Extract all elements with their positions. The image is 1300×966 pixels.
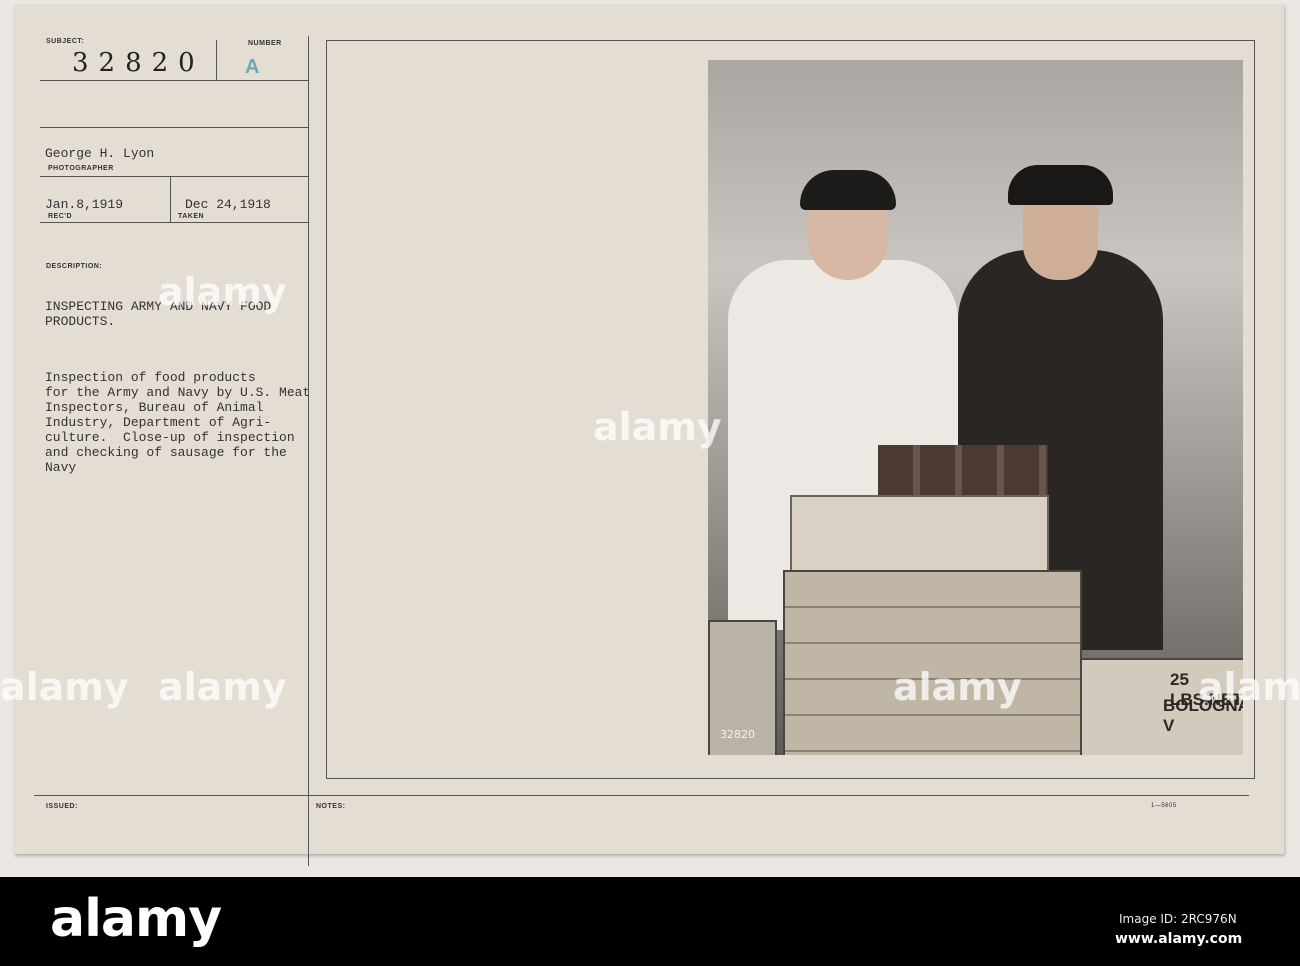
bowler-hat bbox=[800, 170, 896, 210]
photograph: 25 LBS.NET BOLOGNA.ST-V 32820 bbox=[708, 60, 1243, 755]
watermark: alamy bbox=[158, 665, 287, 709]
watermark: alamy bbox=[0, 665, 129, 709]
received-label: REC'D bbox=[48, 213, 72, 220]
negative-number: 32820 bbox=[720, 728, 755, 741]
watermark: alamy bbox=[593, 405, 722, 449]
sausages bbox=[878, 445, 1048, 500]
subject-label: SUBJECT: bbox=[46, 38, 85, 45]
watermark: alamy bbox=[1198, 665, 1300, 709]
number-label: NUMBER bbox=[248, 40, 282, 47]
issued-label: ISSUED: bbox=[46, 803, 78, 810]
alamy-logo: alamy bbox=[50, 889, 222, 949]
watermark: alamy bbox=[158, 270, 287, 314]
watermark: alamy bbox=[893, 665, 1022, 709]
notes-label: NOTES: bbox=[316, 803, 346, 810]
lower-crate bbox=[783, 570, 1082, 755]
taken-date: Dec 24,1918 bbox=[185, 197, 271, 212]
image-id: Image ID: 2RC976N bbox=[1119, 912, 1237, 926]
subject-number: 32820 bbox=[72, 48, 205, 78]
description-text: Inspection of food products for the Army… bbox=[45, 370, 311, 475]
photographer-name: George H. Lyon bbox=[45, 146, 155, 161]
form-number: 1—5605 bbox=[1151, 803, 1177, 809]
alamy-url[interactable]: www.alamy.com bbox=[1115, 931, 1242, 947]
photographer-label: PHOTOGRAPHER bbox=[48, 165, 114, 172]
footer-bar: alamy Image ID: 2RC976N www.alamy.com bbox=[0, 877, 1300, 966]
description-label: DESCRIPTION: bbox=[46, 263, 103, 270]
taken-label: TAKEN bbox=[178, 213, 205, 220]
received-date: Jan.8,1919 bbox=[45, 197, 124, 212]
navy-cap bbox=[1008, 165, 1113, 205]
number-value: A bbox=[245, 56, 260, 78]
